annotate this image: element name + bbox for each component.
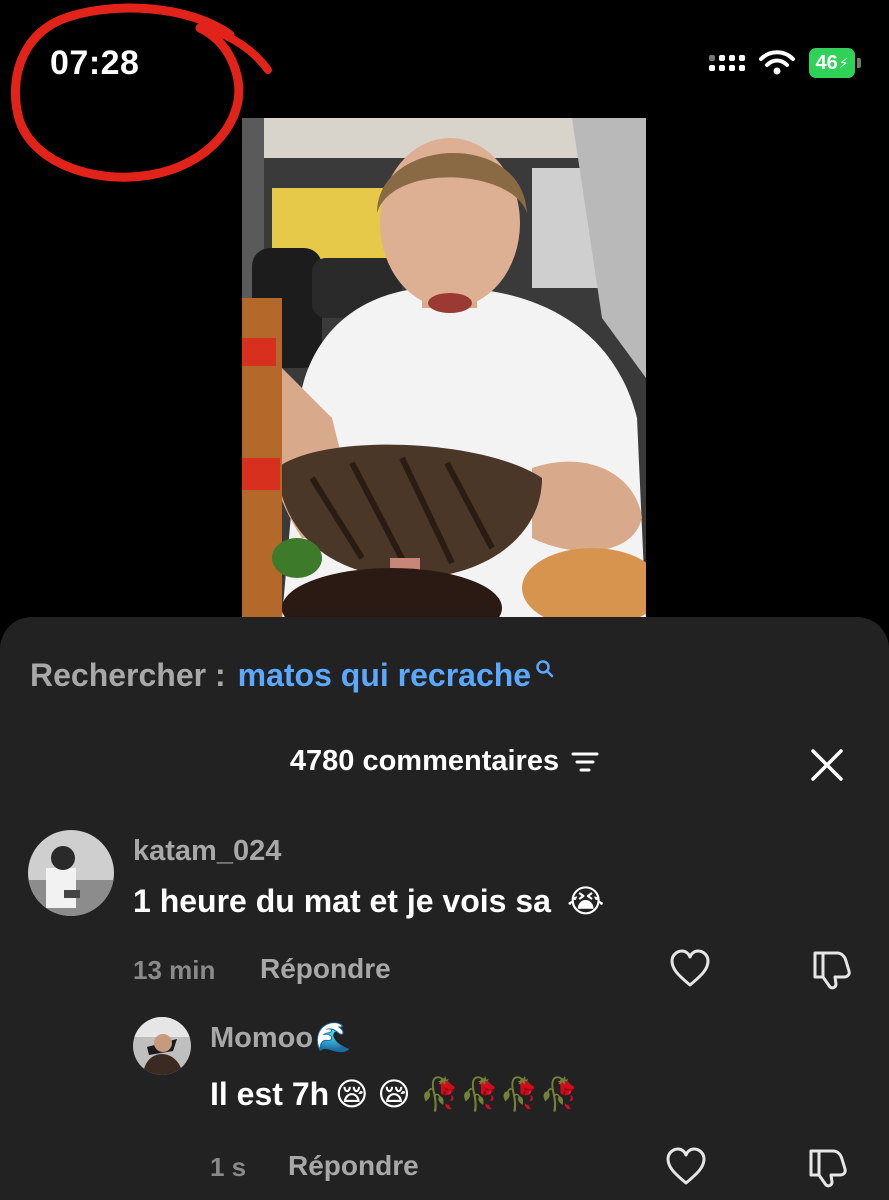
reply-username[interactable]: Momoo 🌊 (210, 1021, 351, 1055)
wifi-icon (759, 50, 795, 75)
comment-text: 1 heure du mat et je vois sa 😭 (133, 882, 604, 920)
comments-header: 4780 commentaires (0, 745, 889, 778)
battery-level: 46 (815, 51, 838, 74)
reply-body: Il est 7h (210, 1075, 330, 1112)
comment-username[interactable]: katam_024 (133, 835, 281, 868)
search-query-link[interactable]: matos qui recrache (238, 657, 531, 694)
video-player[interactable] (242, 118, 646, 618)
reply-timestamp: 1 s (210, 1152, 247, 1182)
reply-button[interactable]: Répondre (260, 953, 391, 985)
avatar[interactable] (28, 830, 114, 916)
status-time: 07:28 (50, 44, 140, 82)
cellular-signal-icon (709, 55, 745, 71)
search-icon (536, 660, 554, 678)
reply-text: Il est 7h 😪 😪 🥀🥀🥀🥀 (210, 1075, 579, 1113)
comment-timestamp: 13 min (133, 955, 216, 985)
heart-icon[interactable] (668, 947, 712, 991)
sort-filter-icon[interactable] (571, 750, 599, 774)
comment-body: 1 heure du mat et je vois sa (133, 882, 551, 919)
reply-heart-icon[interactable] (664, 1145, 708, 1189)
reply-thumbs-down-icon[interactable] (805, 1145, 849, 1189)
wave-emoji: 🌊 (315, 1022, 352, 1054)
reply-username-text: Momoo (210, 1021, 314, 1054)
reply-emojis: 😪 😪 🥀🥀🥀🥀 (335, 1076, 580, 1112)
status-bar: 07:28 46 ⚡ (0, 0, 889, 182)
crying-emoji: 😭 (566, 883, 605, 919)
comments-sheet: Rechercher : matos qui recrache 4780 com… (0, 617, 889, 1200)
thumbs-down-icon[interactable] (809, 947, 853, 991)
reply-reply-button[interactable]: Répondre (288, 1150, 419, 1182)
related-search[interactable]: Rechercher : matos qui recrache (30, 657, 555, 694)
video-frame (242, 118, 646, 618)
search-label: Rechercher : (30, 657, 226, 693)
comments-count-title: 4780 commentaires (289, 745, 560, 777)
battery-icon: 46 ⚡ (809, 48, 861, 78)
close-icon[interactable] (809, 747, 845, 783)
reply-avatar[interactable] (133, 1017, 191, 1075)
